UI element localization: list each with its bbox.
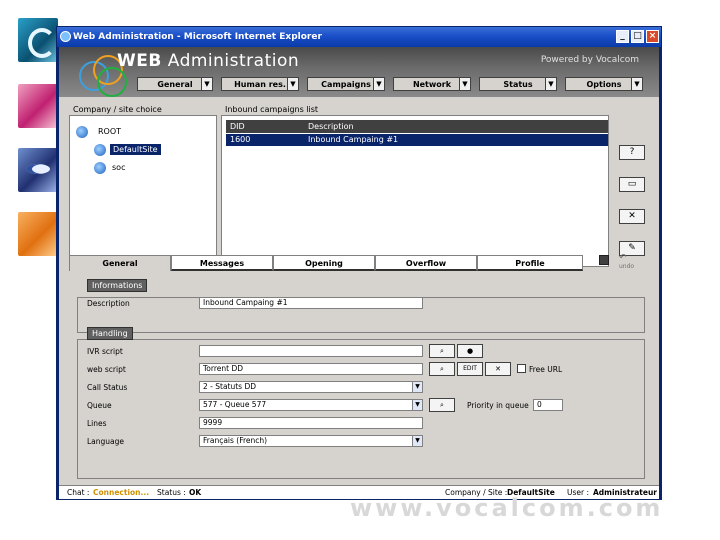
web-script-label: web script — [87, 365, 126, 374]
status-value: OK — [189, 488, 202, 497]
free-url-checkbox[interactable] — [517, 364, 526, 373]
app-header: WEB Administration Powered by Vocalcom G… — [59, 47, 659, 97]
new-campaign-button[interactable]: ▭ — [619, 177, 645, 192]
save-icon[interactable] — [599, 255, 609, 265]
nav-network[interactable]: Network ▼ — [393, 77, 471, 91]
language-select[interactable]: Français (French) ▼ — [199, 435, 423, 447]
tab-opening[interactable]: Opening — [273, 255, 375, 271]
tab-bar: General Messages Opening Overflow Profil… — [69, 255, 583, 271]
decorative-thumbnail-4 — [18, 212, 58, 256]
lines-field[interactable]: 9999 — [199, 417, 423, 429]
tree-title: Company / site choice — [73, 105, 162, 114]
queue-select[interactable]: 577 - Queue 577 ▼ — [199, 399, 423, 411]
chat-status: Connection... — [93, 488, 150, 497]
undo-label: undo — [619, 263, 635, 270]
web-script-field[interactable]: Torrent DD — [199, 363, 423, 375]
priority-field[interactable]: 0 — [533, 399, 563, 411]
nav-general[interactable]: General ▼ — [137, 77, 213, 91]
search-icon: ⌕ — [440, 347, 444, 355]
tree-item-root[interactable]: ROOT — [98, 127, 121, 136]
call-status-select[interactable]: 2 - Statuts DD ▼ — [199, 381, 423, 393]
row-description: Inbound Campaing #1 — [308, 135, 399, 144]
queue-label: Queue — [87, 401, 112, 410]
lines-label: Lines — [87, 419, 107, 428]
free-url-label: Free URL — [529, 365, 563, 374]
priority-label: Priority in queue — [467, 401, 529, 410]
chat-label: Chat : — [67, 488, 90, 497]
nav-human-res[interactable]: Human res. ▼ — [221, 77, 299, 91]
delete-icon: ✕ — [628, 211, 636, 221]
nav-status[interactable]: Status ▼ — [479, 77, 557, 91]
close-button[interactable]: × — [646, 30, 659, 43]
tree-item-defaultsite[interactable]: DefaultSite — [110, 144, 161, 155]
language-label: Language — [87, 437, 125, 446]
table-row[interactable]: 1600 Inbound Campaing #1 — [226, 134, 608, 146]
chevron-down-icon: ▼ — [459, 77, 471, 91]
window-titlebar: Web Administration - Microsoft Internet … — [57, 27, 661, 47]
page-content: WEB Administration Powered by Vocalcom G… — [59, 47, 659, 499]
new-document-icon: ▭ — [627, 179, 637, 189]
globe-icon — [94, 144, 106, 156]
main-nav: General ▼ Human res. ▼ Campaigns ▼ Network ▼… — [59, 77, 659, 93]
web-edit-button[interactable]: EDIT — [457, 362, 483, 376]
status-label: Status : — [157, 488, 186, 497]
chevron-down-icon: ▼ — [412, 400, 422, 410]
tab-overflow[interactable]: Overflow — [375, 255, 477, 271]
delete-button[interactable]: ✕ — [619, 209, 645, 224]
decorative-thumbnail-3 — [18, 148, 58, 192]
web-search-button[interactable]: ⌕ — [429, 362, 455, 376]
tab-profile[interactable]: Profile — [477, 255, 583, 271]
nav-campaigns[interactable]: Campaigns ▼ — [307, 77, 385, 91]
site-tree-panel: ROOT DefaultSite soc — [69, 115, 217, 267]
tree-item-soc[interactable]: soc — [112, 163, 125, 172]
chevron-down-icon: ▼ — [412, 382, 422, 392]
ivr-assign-button[interactable]: ● — [457, 344, 483, 358]
edit-icon: ✎ — [628, 243, 636, 253]
help-button[interactable]: ? — [619, 145, 645, 160]
chevron-down-icon: ▼ — [412, 436, 422, 446]
powered-by: Powered by Vocalcom — [540, 55, 639, 65]
browser-window: Web Administration - Microsoft Internet … — [56, 26, 662, 500]
chevron-down-icon: ▼ — [545, 77, 557, 91]
globe-icon — [76, 126, 88, 138]
vocalcom-watermark: www.vocalcom.com — [350, 494, 664, 522]
ivr-script-label: IVR script — [87, 347, 123, 356]
chevron-down-icon: ▼ — [373, 77, 385, 91]
script-icon: ● — [466, 347, 474, 355]
decorative-thumbnail-2 — [18, 84, 58, 128]
chevron-down-icon: ▼ — [631, 77, 643, 91]
description-field[interactable]: Inbound Campaing #1 — [199, 297, 423, 309]
window-title: Web Administration - Microsoft Internet … — [73, 32, 322, 42]
tab-general[interactable]: General — [69, 255, 171, 271]
browser-icon — [60, 31, 71, 42]
maximize-button[interactable]: □ — [631, 30, 644, 43]
ivr-search-button[interactable]: ⌕ — [429, 344, 455, 358]
search-icon: ⌕ — [440, 365, 444, 373]
column-header-did[interactable]: DID — [226, 120, 304, 133]
tab-messages[interactable]: Messages — [171, 255, 273, 271]
chevron-down-icon: ▼ — [201, 77, 213, 91]
undo-arrow-icon[interactable]: ↶ — [619, 253, 627, 263]
campaigns-title: Inbound campaigns list — [225, 105, 319, 114]
informations-title: Informations — [87, 279, 148, 292]
minimize-button[interactable]: _ — [616, 30, 629, 43]
description-label: Description — [87, 299, 130, 308]
call-status-label: Call Status — [87, 383, 128, 392]
decorative-thumbnail-1 — [18, 18, 58, 62]
campaigns-list-panel: DID Description 1600 Inbound Campaing #1 — [221, 115, 609, 267]
row-did: 1600 — [230, 135, 251, 144]
delete-icon: ✕ — [495, 365, 501, 373]
column-header-description[interactable]: Description — [304, 120, 608, 133]
app-title: WEB Administration — [117, 51, 300, 71]
nav-options[interactable]: Options ▼ — [565, 77, 643, 91]
ivr-script-field[interactable] — [199, 345, 423, 357]
queue-search-button[interactable]: ⌕ — [429, 398, 455, 412]
globe-icon — [94, 162, 106, 174]
handling-title: Handling — [87, 327, 133, 340]
chevron-down-icon: ▼ — [287, 77, 299, 91]
search-icon: ⌕ — [440, 401, 444, 409]
web-clear-button[interactable]: ✕ — [485, 362, 511, 376]
